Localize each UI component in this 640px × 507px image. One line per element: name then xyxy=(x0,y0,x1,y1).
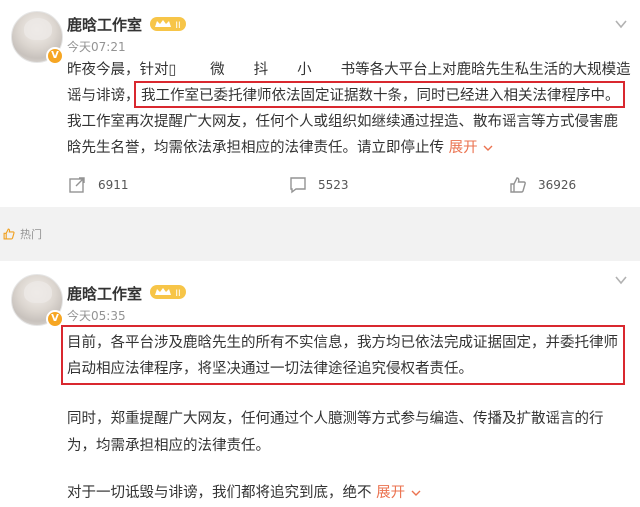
post-text-span: 对于一切诋毁与诽谤，我们都将追究到底，绝不 xyxy=(67,485,372,501)
post-text-span: 晗先生名誉，均需依法承担相应的法律责任。请立即停止传 xyxy=(67,140,444,156)
post-menu-chevron-icon[interactable] xyxy=(614,273,628,287)
post-text-highlighted: 我工作室已委托律师依法固定证据数十条，同时已经进入相关法律程序中。 xyxy=(141,88,620,104)
thumb-up-hot-icon xyxy=(3,228,15,240)
verified-badge-icon: V xyxy=(46,310,64,328)
expand-label: 展开 xyxy=(376,485,406,501)
post-text-line: 同时，郑重提醒广大网友，任何通过个人臆测等方式参与编造、传播及扩散谣言的行 xyxy=(67,411,604,427)
member-crown-icon: II xyxy=(150,285,186,299)
post-time: 今天05:35 xyxy=(67,309,126,323)
repost-button[interactable]: 6911 xyxy=(68,172,129,198)
expand-link[interactable]: 展开 xyxy=(449,140,495,156)
section-divider xyxy=(0,207,640,261)
post-text-line: 谣与诽谤， xyxy=(67,88,140,104)
expand-chevron-icon xyxy=(411,490,421,496)
post-actions-bar: 6911 5523 36926 xyxy=(0,172,640,198)
post-text-highlighted: 目前，各平台涉及鹿晗先生的所有不实信息，我方均已依法完成证据固定，并委托律师 xyxy=(67,335,618,351)
author-name[interactable]: 鹿晗工作室 xyxy=(67,14,142,35)
author-name[interactable]: 鹿晗工作室 xyxy=(67,283,142,304)
weibo-post-2: V 鹿晗工作室 II 今天05:35 目前，各平台涉及鹿晗先生的所有不实信息，我… xyxy=(0,261,640,507)
post-menu-chevron-icon[interactable] xyxy=(614,17,628,31)
expand-label: 展开 xyxy=(448,140,478,156)
comment-button[interactable]: 5523 xyxy=(288,172,349,198)
expand-link[interactable]: 展开 xyxy=(376,485,422,501)
post-text-line: 对于一切诋毁与诽谤，我们都将追究到底，绝不 展开 xyxy=(67,480,422,506)
post-time: 今天07:21 xyxy=(67,40,126,54)
level-text: II xyxy=(175,289,180,299)
level-text: II xyxy=(175,21,180,31)
post-text-line: 为，均需承担相应的法律责任。 xyxy=(67,438,270,454)
post-text-highlighted: 启动相应法律程序，将坚决通过一切法律途径追究侵权者责任。 xyxy=(67,361,473,377)
comment-count: 5523 xyxy=(318,178,349,192)
expand-chevron-icon xyxy=(483,145,493,151)
repost-count: 6911 xyxy=(98,178,129,192)
repost-icon xyxy=(69,177,85,193)
post-text-line: 昨夜今晨，针对▯ 微 抖 小 书等各大平台上对鹿晗先生私生活的大规模造 xyxy=(67,62,631,78)
hot-label: 热门 xyxy=(20,228,42,241)
member-crown-icon: II xyxy=(150,17,186,31)
post-text-line: 晗先生名誉，均需依法承担相应的法律责任。请立即停止传 展开 xyxy=(67,135,494,161)
like-button[interactable]: 36926 xyxy=(508,172,576,198)
weibo-post-1: V 鹿晗工作室 II 今天07:21 昨夜今晨，针对▯ 微 抖 小 书等各大平台… xyxy=(0,0,640,207)
post-text-line: 我工作室再次提醒广大网友，任何个人或组织如继续通过捏造、散布谣言等方式侵害鹿 xyxy=(67,114,618,130)
like-count: 36926 xyxy=(538,178,577,192)
like-thumb-icon xyxy=(510,177,526,193)
verified-badge-icon: V xyxy=(46,47,64,65)
hot-section-label: 热门 xyxy=(2,226,42,242)
comment-icon xyxy=(290,177,306,194)
